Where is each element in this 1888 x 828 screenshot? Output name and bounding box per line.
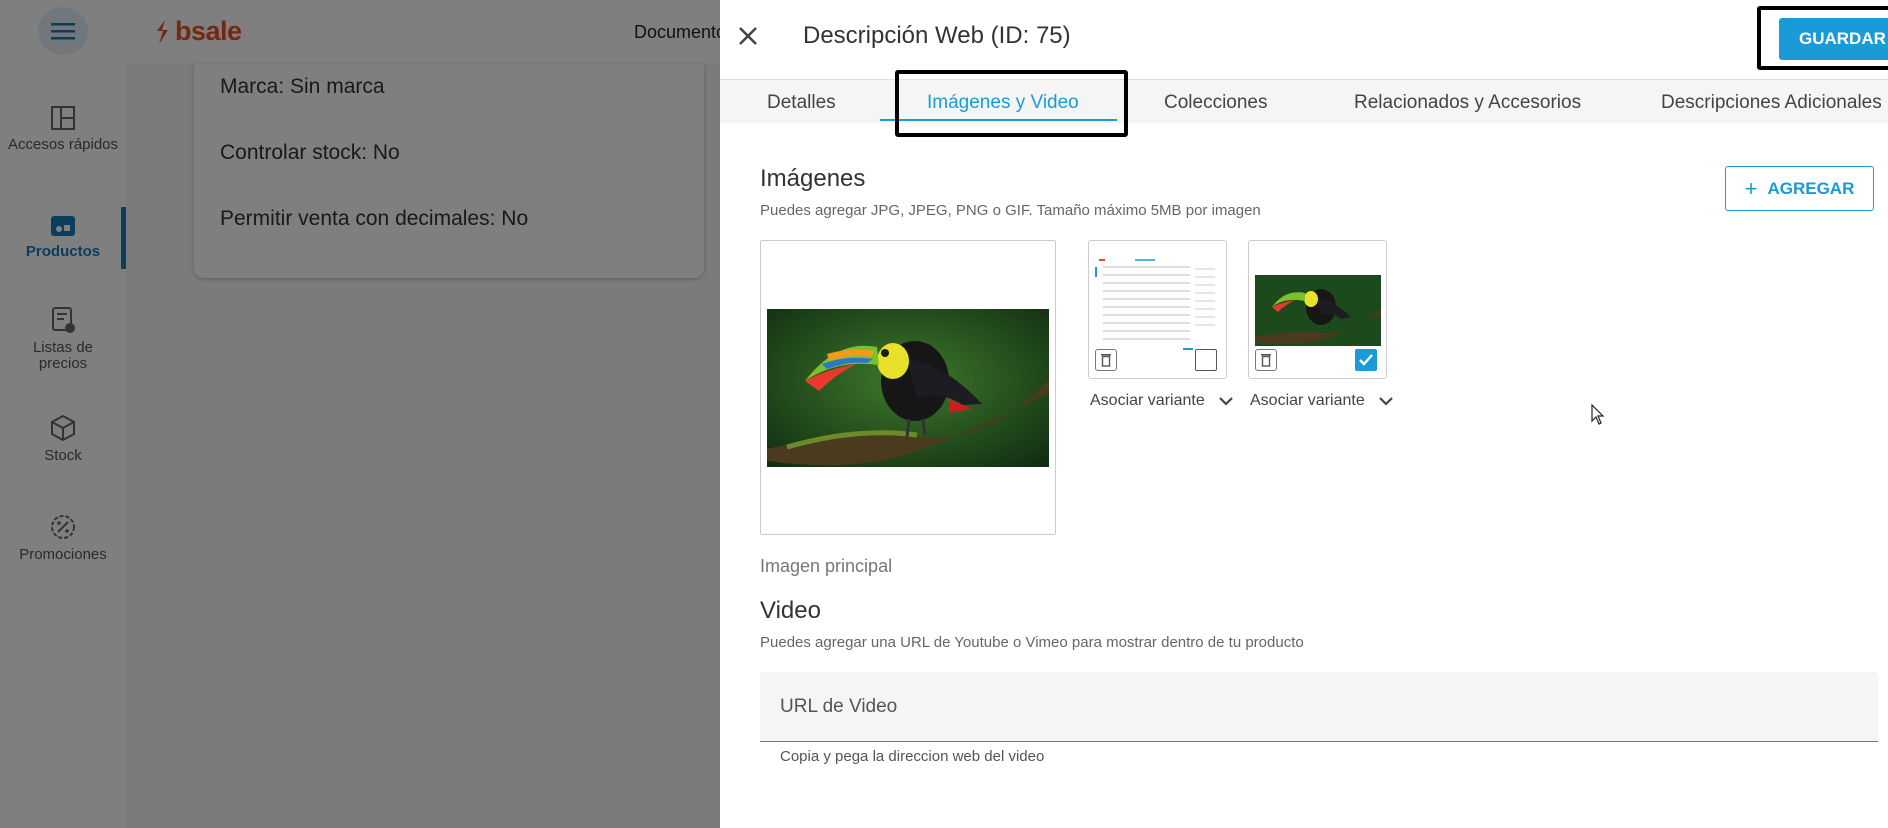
images-subtitle: Puedes agregar JPG, JPEG, PNG o GIF. Tam… — [760, 202, 1261, 219]
chevron-down-icon — [1218, 397, 1233, 406]
associate-variant-select[interactable]: Asociar variante — [1090, 392, 1233, 410]
save-button-highlight — [1757, 6, 1888, 70]
tab-relacionados[interactable]: Relacionados y Accesorios — [1354, 92, 1581, 114]
active-tab-highlight — [895, 70, 1128, 137]
select-image-checkbox[interactable] — [1195, 349, 1217, 371]
add-image-label: AGREGAR — [1767, 178, 1855, 198]
delete-image-button[interactable] — [1255, 349, 1277, 371]
trash-icon — [1261, 354, 1271, 367]
image-thumbnail-1[interactable] — [1088, 240, 1227, 379]
panel-title: Descripción Web (ID: 75) — [803, 22, 1071, 49]
images-title: Imágenes — [760, 165, 866, 192]
associate-variant-select[interactable]: Asociar variante — [1250, 392, 1393, 410]
add-image-button[interactable]: + AGREGAR — [1725, 166, 1874, 211]
plus-icon: + — [1744, 175, 1758, 201]
toucan-image — [1255, 275, 1381, 346]
video-title: Video — [760, 597, 821, 624]
main-image-caption: Imagen principal — [760, 556, 893, 576]
select-image-checkbox[interactable] — [1355, 349, 1377, 371]
trash-icon — [1101, 354, 1111, 367]
chevron-down-icon — [1378, 397, 1393, 406]
tab-detalles[interactable]: Detalles — [767, 92, 836, 114]
image-thumbnail-2[interactable] — [1248, 240, 1387, 379]
variant-label: Asociar variante — [1250, 392, 1365, 409]
toucan-image — [767, 309, 1049, 467]
video-url-label: URL de Video — [780, 696, 898, 717]
video-subtitle: Puedes agregar una URL de Youtube o Vime… — [760, 634, 1304, 651]
checkmark-icon — [1359, 354, 1373, 366]
close-icon — [739, 27, 757, 45]
delete-image-button[interactable] — [1095, 349, 1117, 371]
video-url-input[interactable]: URL de Video — [760, 672, 1878, 742]
video-url-helper: Copia y pega la direccion web del video — [780, 748, 1045, 765]
mouse-cursor-icon — [1591, 404, 1605, 425]
screenshot-table-image — [1095, 255, 1220, 355]
close-button[interactable] — [734, 22, 762, 50]
tab-descripciones-adicionales[interactable]: Descripciones Adicionales — [1661, 92, 1882, 114]
tab-colecciones[interactable]: Colecciones — [1164, 92, 1268, 114]
main-image-slot[interactable] — [760, 240, 1056, 535]
variant-label: Asociar variante — [1090, 392, 1205, 409]
